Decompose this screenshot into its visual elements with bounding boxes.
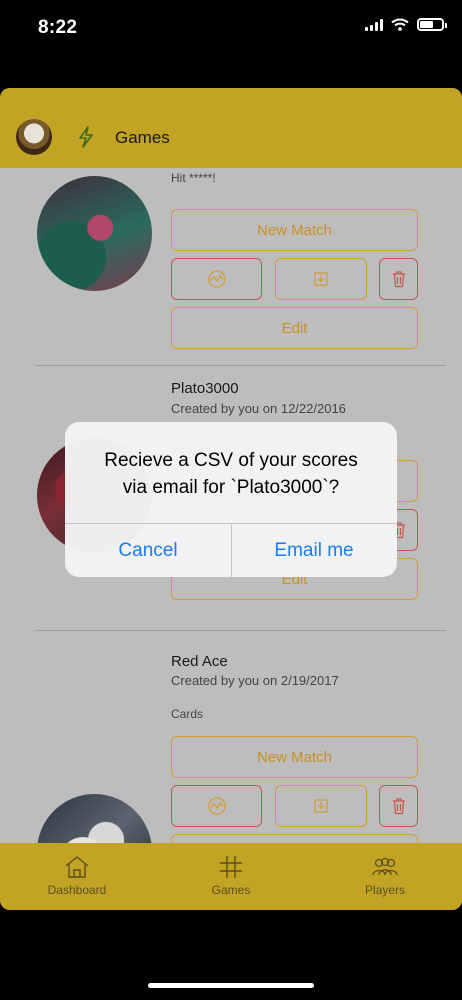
game-description: Hit *****! [171, 171, 216, 185]
download-button[interactable] [275, 785, 367, 827]
status-time: 8:22 [38, 17, 78, 38]
tab-dashboard[interactable]: Dashboard [0, 843, 154, 910]
status-bar: 8:22 [0, 0, 462, 60]
header: Games [0, 88, 462, 168]
dialog-message-line: via email for `Plato3000`? [122, 477, 340, 498]
tab-bar: Dashboard Games Players [0, 843, 462, 910]
dialog-message-line: Recieve a CSV of your scores [104, 450, 358, 471]
edit-button[interactable] [171, 834, 418, 843]
tab-players[interactable]: Players [308, 843, 462, 910]
divider [35, 630, 446, 631]
game-title: Red Ace [171, 653, 228, 670]
email-me-button[interactable]: Email me [231, 524, 397, 577]
signal-icon [365, 18, 383, 31]
stats-button[interactable] [171, 258, 262, 300]
bolt-icon[interactable] [78, 126, 94, 148]
tab-games[interactable]: Games [154, 843, 308, 910]
dialog-message: Recieve a CSV of your scores via email f… [65, 447, 397, 501]
players-icon [372, 857, 398, 876]
download-button[interactable] [275, 258, 367, 300]
cancel-button[interactable]: Cancel [65, 524, 231, 577]
chart-icon [207, 270, 226, 288]
trash-icon [392, 798, 405, 815]
game-description: Cards [171, 707, 204, 721]
tab-label: Dashboard [47, 883, 107, 897]
tab-label: Players [364, 883, 405, 897]
email-csv-dialog: Recieve a CSV of your scores via email f… [65, 422, 397, 577]
download-icon [314, 272, 328, 286]
hash-icon [220, 856, 242, 878]
status-icons [365, 18, 447, 31]
game-created: Created by you on 2/19/2017 [171, 673, 339, 688]
delete-button[interactable] [379, 785, 418, 827]
page-title: Games [115, 128, 170, 147]
divider [35, 365, 446, 366]
home-indicator[interactable] [148, 983, 314, 988]
edit-button[interactable]: Edit [171, 307, 418, 349]
chart-icon [207, 797, 226, 815]
wifi-icon [391, 18, 409, 31]
battery-icon [417, 18, 447, 31]
delete-button[interactable] [379, 258, 418, 300]
game-image [37, 794, 152, 843]
home-icon [65, 856, 89, 878]
avatar[interactable] [16, 119, 52, 155]
download-icon [314, 799, 328, 813]
tab-label: Games [211, 883, 251, 897]
stats-button[interactable] [171, 785, 262, 827]
new-match-button[interactable]: New Match [171, 736, 418, 778]
game-created: Created by you on 12/22/2016 [171, 401, 346, 416]
trash-icon [392, 271, 405, 288]
new-match-button[interactable]: New Match [171, 209, 418, 251]
game-image [37, 176, 152, 291]
game-title: Plato3000 [171, 380, 239, 397]
